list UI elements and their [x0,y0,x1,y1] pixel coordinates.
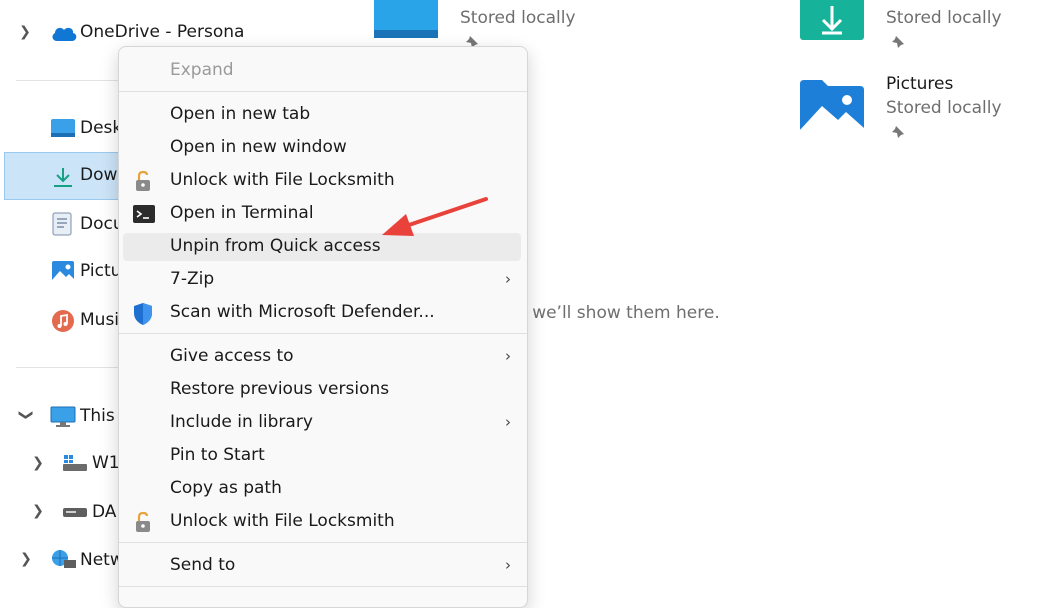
downloads-folder-tile-icon[interactable] [800,0,864,40]
menu-item-send-to[interactable]: Send to › [123,552,521,580]
menu-item-restore-versions[interactable]: Restore previous versions [123,376,521,404]
menu-item-label: Copy as path [170,478,282,498]
menu-item-expand[interactable]: Expand [123,57,521,85]
chevron-right-icon[interactable]: ❯ [19,551,33,567]
menu-item-pin-start[interactable]: Pin to Start [123,442,521,470]
menu-separator [119,333,527,334]
download-arrow-icon [51,166,75,188]
desktop-folder-tile-icon[interactable] [374,0,438,40]
pin-icon [890,124,906,140]
pictures-tile-title[interactable]: Pictures [886,74,953,94]
menu-item-label: Send to [170,555,236,575]
menu-item-unlock-file-locksmith-2[interactable]: Unlock with File Locksmith [123,508,521,536]
stored-locally-status: Stored locally [460,8,576,28]
menu-item-label: Pin to Start [170,445,265,465]
nav-downloads-label[interactable]: Dow [80,165,117,185]
stored-locally-status: Stored locally [886,8,1002,28]
windows-drive-icon [62,453,88,473]
music-icon [51,309,75,333]
nav-pictures-label[interactable]: Pictu [80,261,121,281]
onedrive-cloud-icon [50,24,78,42]
submenu-chevron-icon: › [505,270,511,288]
submenu-chevron-icon: › [505,556,511,574]
menu-item-label: Unpin from Quick access [170,236,381,256]
padlock-icon [132,170,154,192]
menu-item-label: Unlock with File Locksmith [170,170,395,190]
menu-item-give-access[interactable]: Give access to › [123,343,521,371]
computer-monitor-icon [50,406,76,428]
menu-item-label: Open in Terminal [170,203,314,223]
menu-item-label: Open in new tab [170,104,311,124]
stored-locally-status: Stored locally [886,98,1002,118]
chevron-right-icon[interactable]: ❯ [31,455,45,471]
menu-item-label: 7-Zip [170,269,215,289]
menu-item-include-library[interactable]: Include in library › [123,409,521,437]
hard-drive-icon [62,505,88,519]
nav-onedrive-label[interactable]: OneDrive - Persona [80,22,244,42]
menu-item-label: Restore previous versions [170,379,390,399]
menu-item-label: Unlock with File Locksmith [170,511,395,531]
menu-item-label: Open in new window [170,137,347,157]
menu-item-label: Expand [170,60,234,80]
nav-drive-da-label[interactable]: DA [92,502,116,522]
nav-this-pc-label[interactable]: This [80,406,115,426]
pictures-icon [51,260,75,284]
menu-item-copy-path[interactable]: Copy as path [123,475,521,503]
nav-music-label[interactable]: Musi [80,310,119,330]
pin-icon [890,34,906,50]
menu-separator [119,91,527,92]
menu-item-label: Include in library [170,412,313,432]
menu-item-label: Give access to [170,346,294,366]
menu-item-open-new-tab[interactable]: Open in new tab [123,101,521,129]
menu-item-open-new-window[interactable]: Open in new window [123,134,521,162]
context-menu: Expand Open in new tab Open in new windo… [118,46,528,608]
menu-separator [119,542,527,543]
padlock-icon [132,511,154,533]
chevron-right-icon[interactable]: ❯ [18,24,32,40]
nav-drive-w-label[interactable]: W1 [92,453,120,473]
document-icon [52,212,72,236]
desktop-icon [50,118,76,138]
annotation-arrow-icon [370,190,500,250]
terminal-icon [132,203,155,225]
submenu-chevron-icon: › [505,347,511,365]
pictures-folder-tile-icon[interactable] [800,80,864,132]
nav-desktop-label[interactable]: Desk [80,118,122,138]
defender-shield-icon [132,302,154,325]
chevron-right-icon[interactable]: ❯ [31,503,45,519]
network-icon [50,548,78,572]
submenu-chevron-icon: › [505,413,511,431]
menu-item-label: Scan with Microsoft Defender... [170,302,435,322]
chevron-down-icon[interactable]: ❯ [18,408,34,422]
menu-item-7zip[interactable]: 7-Zip › [123,266,521,294]
menu-separator [119,586,527,587]
menu-item-scan-defender[interactable]: Scan with Microsoft Defender... [123,299,521,327]
